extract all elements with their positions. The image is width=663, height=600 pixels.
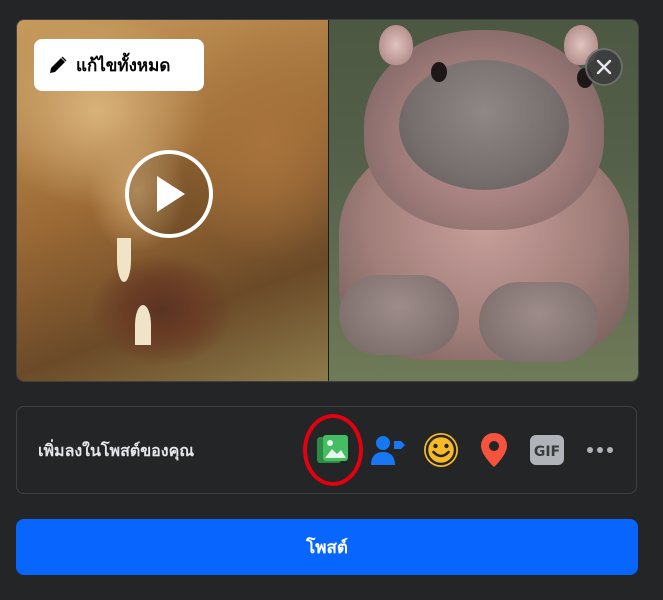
feeling-activity-button[interactable]	[418, 427, 464, 473]
lion-tooth	[135, 305, 151, 345]
hippo-ear	[379, 25, 413, 65]
photo-icon	[317, 435, 348, 463]
play-icon	[157, 176, 185, 212]
more-icon	[587, 447, 613, 453]
gif-button[interactable]: GIF	[524, 427, 570, 473]
hippo-leg	[339, 275, 459, 355]
location-pin-icon	[481, 433, 507, 467]
post-button[interactable]: โพสต์	[16, 519, 638, 575]
tag-people-button[interactable]	[365, 427, 411, 473]
hippo-snout	[399, 60, 569, 190]
pencil-icon	[50, 56, 67, 73]
gif-icon-label: GIF	[534, 444, 560, 460]
hippo-leg	[479, 282, 599, 362]
edit-all-button[interactable]: แก้ไขทั้งหมด	[34, 39, 204, 91]
add-to-post-bar: เพิ่มลงในโพสต์ของคุณ GIF	[16, 406, 637, 494]
lion-tooth	[117, 238, 131, 282]
edit-all-label: แก้ไขทั้งหมด	[76, 55, 171, 76]
gif-icon: GIF	[530, 435, 564, 465]
check-in-button[interactable]	[471, 427, 517, 473]
media-preview: แก้ไขทั้งหมด	[16, 19, 639, 382]
hippo-eye	[431, 62, 447, 82]
tag-people-icon	[371, 436, 405, 465]
close-button[interactable]	[585, 48, 623, 86]
photo-video-button[interactable]	[310, 427, 356, 473]
add-to-post-label: เพิ่มลงในโพสต์ของคุณ	[38, 441, 195, 460]
play-button[interactable]	[125, 150, 213, 238]
more-options-button[interactable]	[577, 427, 623, 473]
close-icon	[596, 59, 612, 75]
smiley-icon	[424, 433, 458, 467]
